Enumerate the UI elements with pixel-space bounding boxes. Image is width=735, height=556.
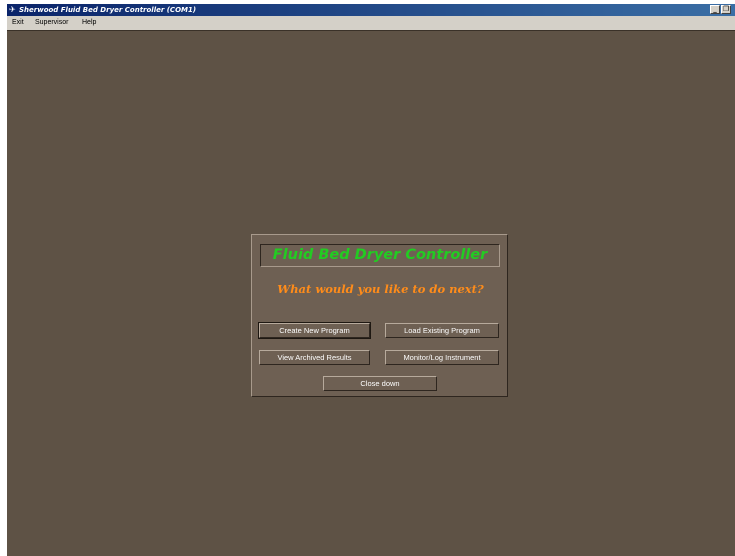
app-window: ✈ Sherwood Fluid Bed Dryer Controller (C… [7, 4, 735, 556]
load-existing-program-button[interactable]: Load Existing Program [385, 323, 499, 338]
main-menu-dialog: Fluid Bed Dryer Controller What would yo… [251, 234, 508, 397]
restore-button[interactable]: ❐ [721, 5, 731, 14]
minimize-icon: _ [713, 5, 717, 13]
dialog-prompt: What would you like to do next? [277, 282, 484, 296]
menu-exit[interactable]: Exit [10, 16, 26, 30]
window-title: Sherwood Fluid Bed Dryer Controller (COM… [19, 6, 197, 14]
dialog-heading: Fluid Bed Dryer Controller [272, 247, 488, 263]
minimize-button[interactable]: _ [710, 5, 720, 14]
title-bar[interactable]: ✈ Sherwood Fluid Bed Dryer Controller (C… [7, 4, 735, 16]
view-archived-results-button[interactable]: View Archived Results [259, 350, 370, 365]
main-workspace: Fluid Bed Dryer Controller What would yo… [7, 30, 735, 556]
menu-supervisor[interactable]: Supervisor [33, 16, 70, 30]
close-down-button[interactable]: Close down [323, 376, 437, 391]
monitor-log-instrument-button[interactable]: Monitor/Log Instrument [385, 350, 499, 365]
restore-icon: ❐ [722, 5, 730, 13]
app-window-icon[interactable]: ✈ [9, 6, 17, 14]
menu-bar: Exit Supervisor Help [7, 16, 735, 30]
heading-frame: Fluid Bed Dryer Controller [260, 244, 500, 267]
menu-help[interactable]: Help [80, 16, 98, 30]
create-new-program-button[interactable]: Create New Program [258, 322, 371, 339]
